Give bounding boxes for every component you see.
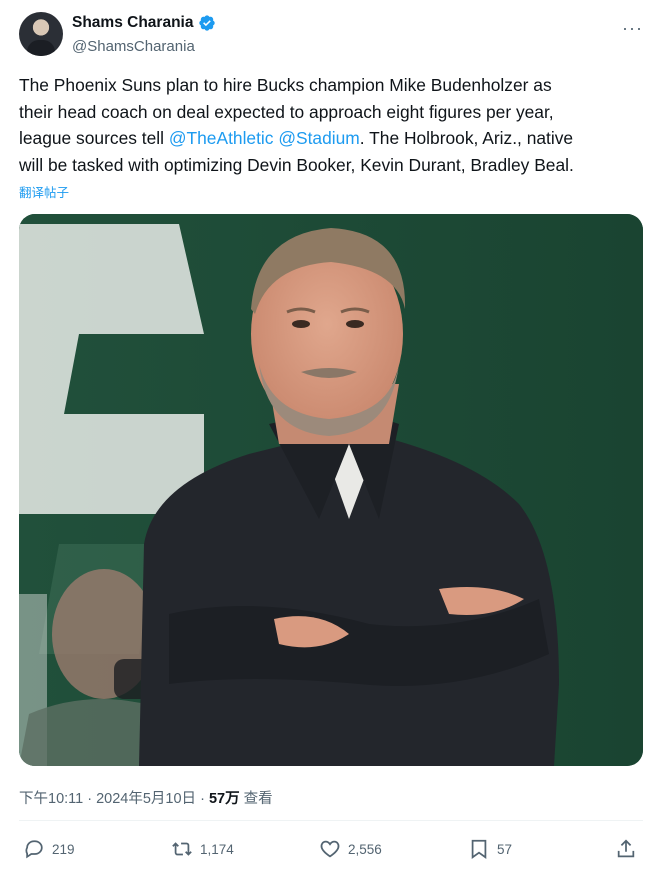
tweet-text: The Phoenix Suns plan to hire Bucks cham… (19, 72, 644, 178)
meta-separator-2: · (196, 791, 209, 807)
mention-theathletic[interactable]: @TheAthletic (169, 128, 274, 148)
tweet-line-3-prefix: league sources tell (19, 128, 169, 148)
tweet-line-2: their head coach on deal expected to app… (19, 101, 554, 122)
tweet-meta: 下午10:11 · 2024年5月10日 · 57万 查看 (19, 787, 273, 808)
divider (19, 820, 643, 821)
avatar[interactable] (19, 12, 63, 56)
like-button[interactable]: 2,556 (319, 838, 382, 860)
tweet-line-3-suffix: . The Holbrook, Ariz., native (359, 128, 574, 148)
verified-badge-icon (199, 15, 216, 31)
share-icon (617, 839, 635, 858)
meta-separator: · (83, 791, 97, 807)
coach-photo-illustration (19, 214, 643, 766)
bookmark-count: 57 (497, 841, 513, 857)
tweet-line-1: The Phoenix Suns plan to hire Bucks cham… (19, 75, 552, 95)
views-count: 57万 (208, 791, 240, 807)
tweet-actions: 219 1,174 2,556 57 (19, 838, 643, 866)
author-name-row: Shams Charania (72, 14, 216, 32)
like-icon (320, 840, 340, 858)
translate-post-link[interactable]: 翻译帖子 (19, 182, 69, 201)
tweet-line-3: league sources tell @TheAthletic @Stadiu… (19, 125, 644, 152)
tweet-header: Shams Charania @ShamsCharania ··· (19, 10, 643, 58)
bookmark-icon (471, 839, 487, 859)
share-button[interactable] (615, 838, 644, 860)
reply-icon (25, 840, 43, 859)
repost-icon (172, 842, 192, 856)
reply-button[interactable]: 219 (23, 838, 75, 860)
tweet-date[interactable]: 2024年5月10日 (96, 791, 196, 807)
repost-button[interactable]: 1,174 (171, 838, 234, 860)
reply-count: 219 (52, 841, 75, 857)
tweet-line-4: will be tasked with optimizing Devin Boo… (19, 154, 574, 175)
author-name[interactable]: Shams Charania (72, 14, 193, 32)
repost-count: 1,174 (200, 841, 234, 857)
views-label: 查看 (243, 791, 273, 807)
author-handle[interactable]: @ShamsCharania (72, 38, 195, 55)
tweet-photo[interactable] (19, 214, 643, 766)
like-count: 2,556 (348, 841, 382, 857)
more-icon[interactable]: ··· (622, 18, 643, 39)
tweet-time[interactable]: 下午10:11 (19, 791, 83, 807)
mention-stadium[interactable]: @Stadium (278, 128, 359, 148)
bookmark-button[interactable]: 57 (468, 838, 512, 860)
